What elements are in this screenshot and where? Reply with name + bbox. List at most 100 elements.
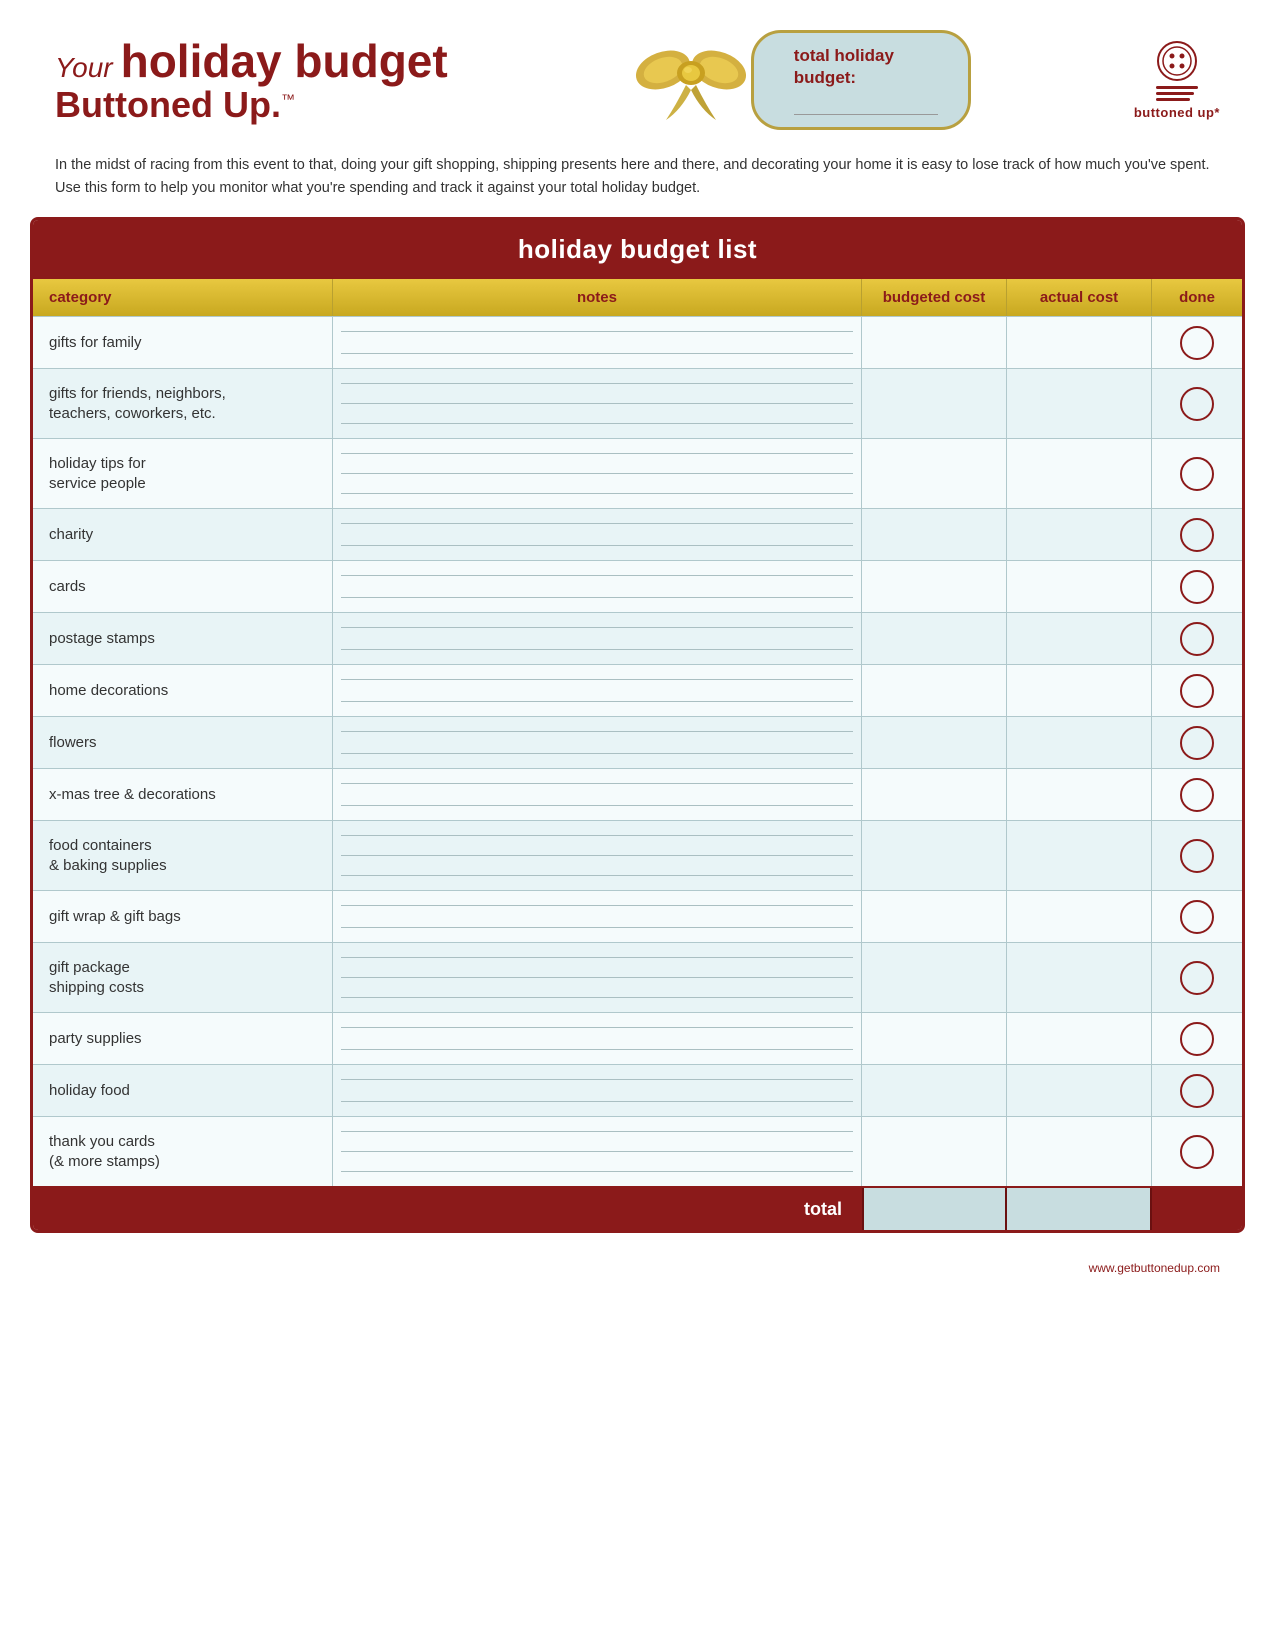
done-cell[interactable] <box>1152 1117 1242 1186</box>
budgeted-cost-cell[interactable] <box>862 1117 1007 1186</box>
budgeted-cost-cell[interactable] <box>862 613 1007 664</box>
budgeted-cost-cell[interactable] <box>862 561 1007 612</box>
category-cell: gift package shipping costs <box>33 943 333 1012</box>
actual-cost-cell[interactable] <box>1007 769 1152 820</box>
note-line <box>341 1027 853 1028</box>
done-circle[interactable] <box>1180 839 1214 873</box>
actual-cost-cell[interactable] <box>1007 1065 1152 1116</box>
done-cell[interactable] <box>1152 1065 1242 1116</box>
notes-cell[interactable] <box>333 369 862 438</box>
notes-cell[interactable] <box>333 769 862 820</box>
budgeted-cost-cell[interactable] <box>862 317 1007 368</box>
header-logo: buttoned up* <box>1134 40 1220 120</box>
notes-cell[interactable] <box>333 891 862 942</box>
done-circle[interactable] <box>1180 1135 1214 1169</box>
done-cell[interactable] <box>1152 439 1242 508</box>
done-circle[interactable] <box>1180 1074 1214 1108</box>
note-line <box>341 679 853 680</box>
actual-cost-cell[interactable] <box>1007 1117 1152 1186</box>
budgeted-cost-cell[interactable] <box>862 1013 1007 1064</box>
budgeted-cost-cell[interactable] <box>862 943 1007 1012</box>
notes-cell[interactable] <box>333 1117 862 1186</box>
done-cell[interactable] <box>1152 943 1242 1012</box>
table-row: home decorations <box>33 664 1242 716</box>
col-header-budgeted: budgeted cost <box>862 279 1007 316</box>
actual-cost-cell[interactable] <box>1007 891 1152 942</box>
actual-cost-cell[interactable] <box>1007 509 1152 560</box>
actual-cost-cell[interactable] <box>1007 369 1152 438</box>
notes-cell[interactable] <box>333 717 862 768</box>
note-line <box>341 753 853 754</box>
note-line <box>341 353 853 354</box>
done-circle[interactable] <box>1180 726 1214 760</box>
actual-cost-cell[interactable] <box>1007 439 1152 508</box>
notes-cell[interactable] <box>333 509 862 560</box>
done-circle[interactable] <box>1180 570 1214 604</box>
done-cell[interactable] <box>1152 717 1242 768</box>
header-branding: Your holiday budget Buttoned Up.™ <box>55 34 448 126</box>
budgeted-cost-cell[interactable] <box>862 509 1007 560</box>
category-cell: gifts for family <box>33 317 333 368</box>
actual-cost-cell[interactable] <box>1007 317 1152 368</box>
done-circle[interactable] <box>1180 1022 1214 1056</box>
done-cell[interactable] <box>1152 665 1242 716</box>
done-circle[interactable] <box>1180 900 1214 934</box>
table-row: party supplies <box>33 1012 1242 1064</box>
actual-cost-cell[interactable] <box>1007 613 1152 664</box>
done-cell[interactable] <box>1152 769 1242 820</box>
done-cell[interactable] <box>1152 369 1242 438</box>
category-cell: gifts for friends, neighbors, teachers, … <box>33 369 333 438</box>
actual-cost-cell[interactable] <box>1007 943 1152 1012</box>
budgeted-cost-cell[interactable] <box>862 717 1007 768</box>
done-cell[interactable] <box>1152 821 1242 890</box>
done-circle[interactable] <box>1180 622 1214 656</box>
notes-cell[interactable] <box>333 613 862 664</box>
done-circle[interactable] <box>1180 457 1214 491</box>
note-line <box>341 1049 853 1050</box>
note-line <box>341 805 853 806</box>
done-cell[interactable] <box>1152 613 1242 664</box>
notes-cell[interactable] <box>333 317 862 368</box>
done-circle[interactable] <box>1180 387 1214 421</box>
done-circle[interactable] <box>1180 326 1214 360</box>
total-actual-value <box>1007 1188 1152 1230</box>
actual-cost-cell[interactable] <box>1007 821 1152 890</box>
budgeted-cost-cell[interactable] <box>862 439 1007 508</box>
notes-cell[interactable] <box>333 665 862 716</box>
budgeted-cost-cell[interactable] <box>862 369 1007 438</box>
budgeted-cost-cell[interactable] <box>862 665 1007 716</box>
table-row: gifts for friends, neighbors, teachers, … <box>33 368 1242 438</box>
note-line <box>341 731 853 732</box>
budgeted-cost-cell[interactable] <box>862 1065 1007 1116</box>
done-cell[interactable] <box>1152 509 1242 560</box>
col-header-notes: notes <box>333 279 862 316</box>
notes-cell[interactable] <box>333 1013 862 1064</box>
done-cell[interactable] <box>1152 317 1242 368</box>
done-circle[interactable] <box>1180 674 1214 708</box>
budgeted-cost-cell[interactable] <box>862 821 1007 890</box>
done-circle[interactable] <box>1180 518 1214 552</box>
budget-box-value[interactable] <box>794 97 938 115</box>
notes-cell[interactable] <box>333 439 862 508</box>
table-body: gifts for familygifts for friends, neigh… <box>33 316 1242 1186</box>
actual-cost-cell[interactable] <box>1007 1013 1152 1064</box>
note-line <box>341 545 853 546</box>
category-cell: flowers <box>33 717 333 768</box>
table-row: flowers <box>33 716 1242 768</box>
done-cell[interactable] <box>1152 1013 1242 1064</box>
category-cell: cards <box>33 561 333 612</box>
budgeted-cost-cell[interactable] <box>862 891 1007 942</box>
notes-cell[interactable] <box>333 1065 862 1116</box>
actual-cost-cell[interactable] <box>1007 665 1152 716</box>
budgeted-cost-cell[interactable] <box>862 769 1007 820</box>
page-footer: www.getbuttonedup.com <box>0 1253 1275 1283</box>
done-circle[interactable] <box>1180 961 1214 995</box>
notes-cell[interactable] <box>333 943 862 1012</box>
done-cell[interactable] <box>1152 561 1242 612</box>
notes-cell[interactable] <box>333 821 862 890</box>
actual-cost-cell[interactable] <box>1007 717 1152 768</box>
done-cell[interactable] <box>1152 891 1242 942</box>
actual-cost-cell[interactable] <box>1007 561 1152 612</box>
notes-cell[interactable] <box>333 561 862 612</box>
done-circle[interactable] <box>1180 778 1214 812</box>
